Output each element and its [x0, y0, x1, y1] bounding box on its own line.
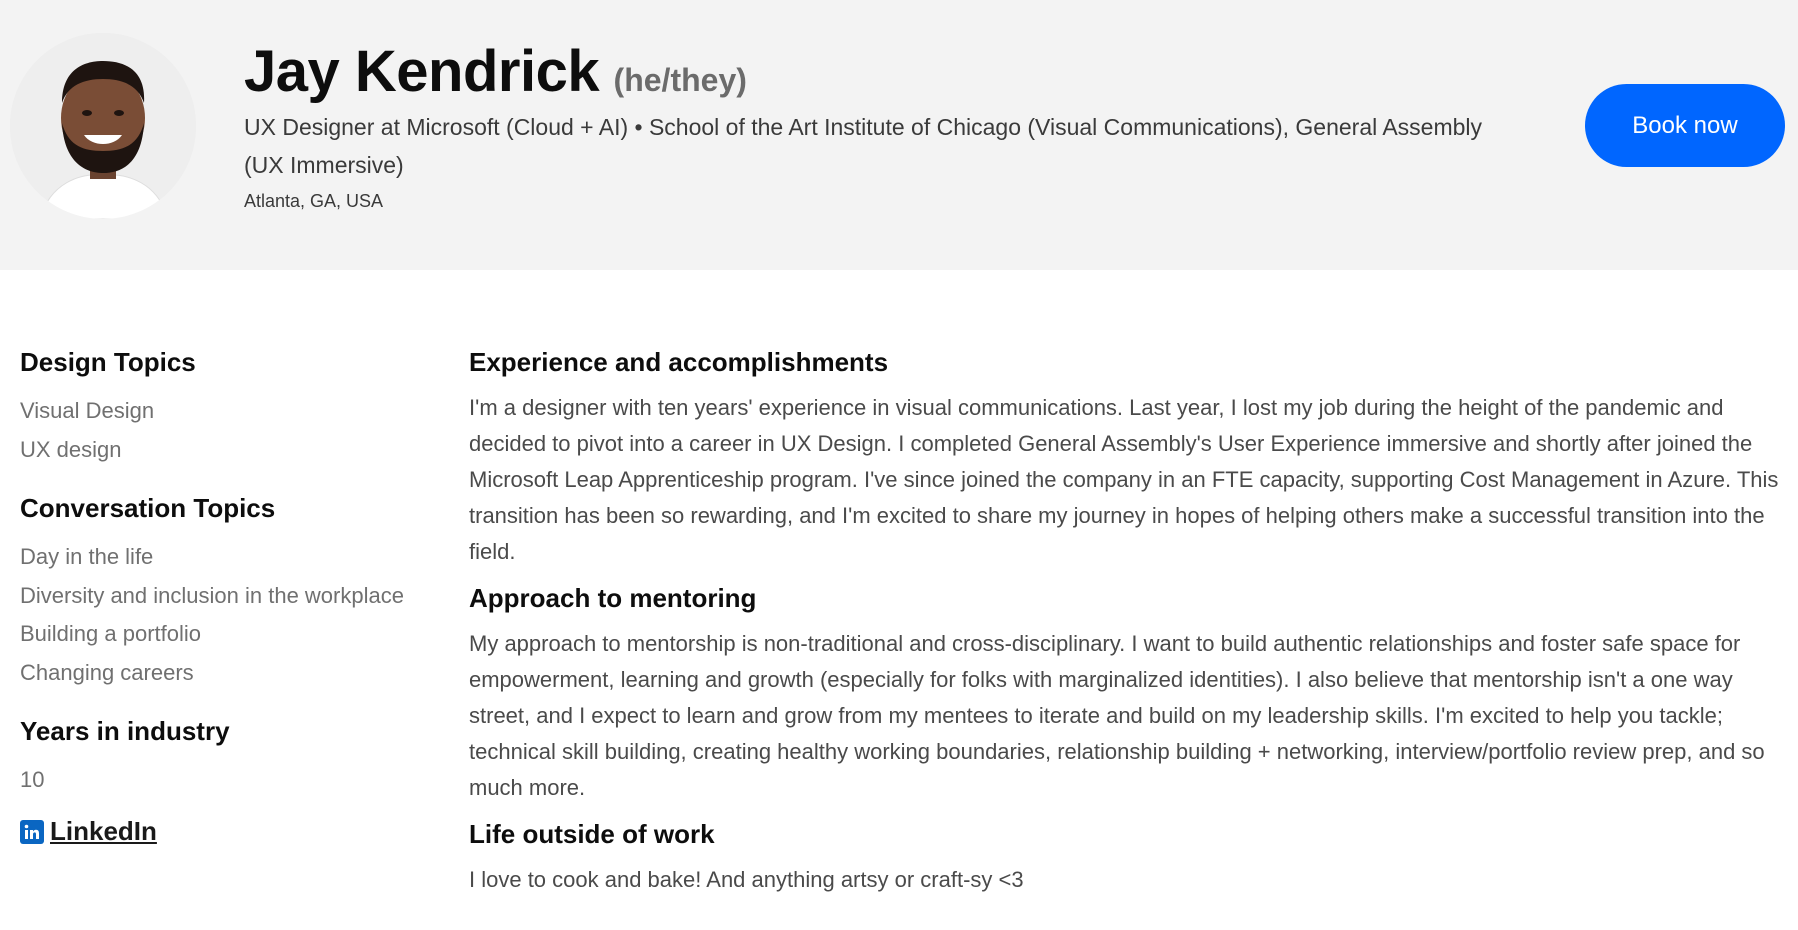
section-body: I love to cook and bake! And anything ar…: [469, 867, 1024, 892]
list-item: Changing careers: [20, 659, 194, 685]
linkedin-icon[interactable]: [20, 819, 44, 844]
years-value: 10: [20, 767, 45, 792]
section-heading: Life outside of work: [469, 819, 715, 849]
conversation-topics-group: Conversation Topics Day in the life Dive…: [20, 486, 440, 692]
linkedin-row: LinkedIn: [20, 816, 440, 847]
design-topics-list: Visual Design UX design: [20, 392, 440, 469]
profile-headline: UX Designer at Microsoft (Cloud + AI) • …: [244, 114, 1483, 178]
years-group: Years in industry 10: [20, 709, 440, 799]
mentoring-section: Approach to mentoring My approach to men…: [469, 576, 1779, 806]
list-item: Building a portfolio: [20, 621, 202, 646]
linkedin-link[interactable]: LinkedIn: [50, 816, 157, 847]
name-row: Jay Kendrick (he/they): [244, 38, 747, 105]
avatar: [10, 33, 196, 219]
list-item: Visual Design: [20, 398, 155, 423]
profile-location: Atlanta, GA, USA: [244, 191, 384, 211]
design-topics-heading: Design Topics: [20, 347, 196, 377]
section-body: My approach to mentorship is non-traditi…: [469, 631, 1765, 800]
list-item: Day in the life: [20, 544, 154, 569]
section-heading: Approach to mentoring: [469, 583, 757, 613]
sidebar: Design Topics Visual Design UX design Co…: [20, 340, 440, 847]
profile-header: Jay Kendrick (he/they) UX Designer at Mi…: [0, 0, 1798, 270]
profile-pronouns: (he/they): [613, 62, 747, 98]
main-content: Experience and accomplishments I'm a des…: [469, 340, 1779, 904]
conversation-topics-heading: Conversation Topics: [20, 493, 276, 523]
experience-section: Experience and accomplishments I'm a des…: [469, 340, 1779, 570]
list-item: Diversity and inclusion in the workplace: [20, 582, 404, 608]
profile-name: Jay Kendrick: [244, 39, 600, 104]
life-outside-work-section: Life outside of work I love to cook and …: [469, 812, 1779, 898]
book-now-button[interactable]: Book now: [1585, 84, 1785, 167]
list-item: UX design: [20, 436, 122, 462]
section-heading: Experience and accomplishments: [469, 347, 889, 377]
design-topics-group: Design Topics Visual Design UX design: [20, 340, 440, 469]
years-heading: Years in industry: [20, 716, 230, 746]
conversation-topics-list: Day in the life Diversity and inclusion …: [20, 538, 440, 692]
section-body: I'm a designer with ten years' experienc…: [469, 395, 1779, 564]
profile-photo-icon: [10, 33, 196, 219]
